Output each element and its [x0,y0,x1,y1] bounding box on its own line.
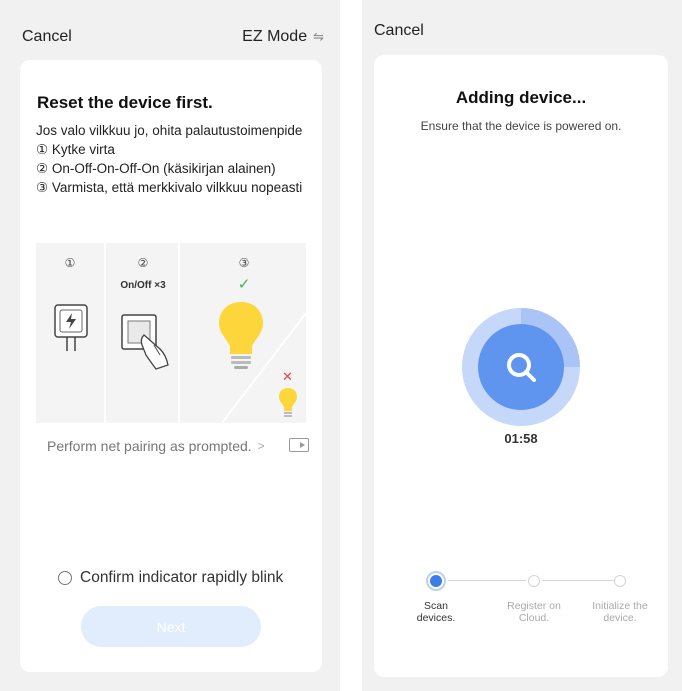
step-text: Jos valo vilkkuu jo, ohita palautustoime… [36,123,303,138]
illustration-panel-bulb: ③ ✓ ✕ [182,243,306,423]
top-bar: Cancel EZ Mode ⇋ [0,22,340,52]
ez-mode-switch[interactable]: EZ Mode ⇋ [242,28,324,46]
cancel-button[interactable]: Cancel [374,22,424,40]
chevron-right-icon: > [257,439,265,453]
video-icon[interactable] [289,438,309,452]
swap-arrows-icon: ⇋ [313,29,324,44]
switch-press-icon [121,314,169,370]
lightbulb-on-icon [219,302,263,369]
step-text: ① Kytke virta [36,142,115,157]
adding-card: Adding device... Ensure that the device … [374,55,668,677]
next-button[interactable]: Next [81,606,261,647]
cancel-button[interactable]: Cancel [22,28,72,46]
step-text: ③ Varmista, että merkkivalo vilkkuu nope… [36,180,303,195]
power-plug-icon [54,304,88,351]
confirm-blink-radio[interactable]: Confirm indicator rapidly blink [58,569,283,587]
ez-mode-label: EZ Mode [242,28,308,45]
switch-caption: On/Off ×3 [120,280,166,291]
lightbulb-small-icon [279,388,297,417]
cross-icon: ✕ [282,369,293,384]
step-number: ② [137,256,149,270]
step-dot-init [614,575,626,587]
step-dot-cloud [528,575,540,587]
illustration-panel-power: ① [36,243,106,423]
net-pairing-prompt[interactable]: Perform net pairing as prompted. > [47,435,309,457]
pairing-progress: Scan devices. Register on Cloud. Initial… [374,565,668,655]
top-bar: Cancel [362,22,682,52]
illustration-panel-switch: ② On/Off ×3 [108,243,180,423]
reset-illustration: ① ② On/Off ×3 ③ ✓ ✕ [36,243,306,423]
progress-line [542,580,614,581]
card-title: Adding device... [455,88,587,107]
reset-card: Reset the device first. Jos valo vilkkuu… [20,60,322,672]
step-dot-active [426,571,446,591]
card-title: Reset the device first. [37,93,213,112]
confirm-label: Confirm indicator rapidly blink [80,569,284,586]
step-label-register: Register on Cloud. [507,600,561,624]
countdown-timer: 01:58 [504,431,538,446]
prompt-text: Perform net pairing as prompted. [47,438,252,454]
adding-device-screen: Cancel Adding device... Ensure that the … [362,0,682,691]
card-subtitle: Ensure that the device is powered on. [420,119,622,133]
progress-line [448,580,526,581]
scanning-search-icon [462,308,580,426]
step-label-initialize: Initialize the device. [592,600,648,624]
reset-steps: Jos valo vilkkuu jo, ohita palautustoime… [36,122,311,198]
step-number: ① [64,256,76,270]
step-text: ② On-Off-On-Off-On (käsikirjan alainen) [36,161,276,176]
reset-device-screen: Cancel EZ Mode ⇋ Reset the device first.… [0,0,340,691]
step-label-scan: Scan devices. [416,600,456,624]
radio-icon[interactable] [58,571,72,585]
